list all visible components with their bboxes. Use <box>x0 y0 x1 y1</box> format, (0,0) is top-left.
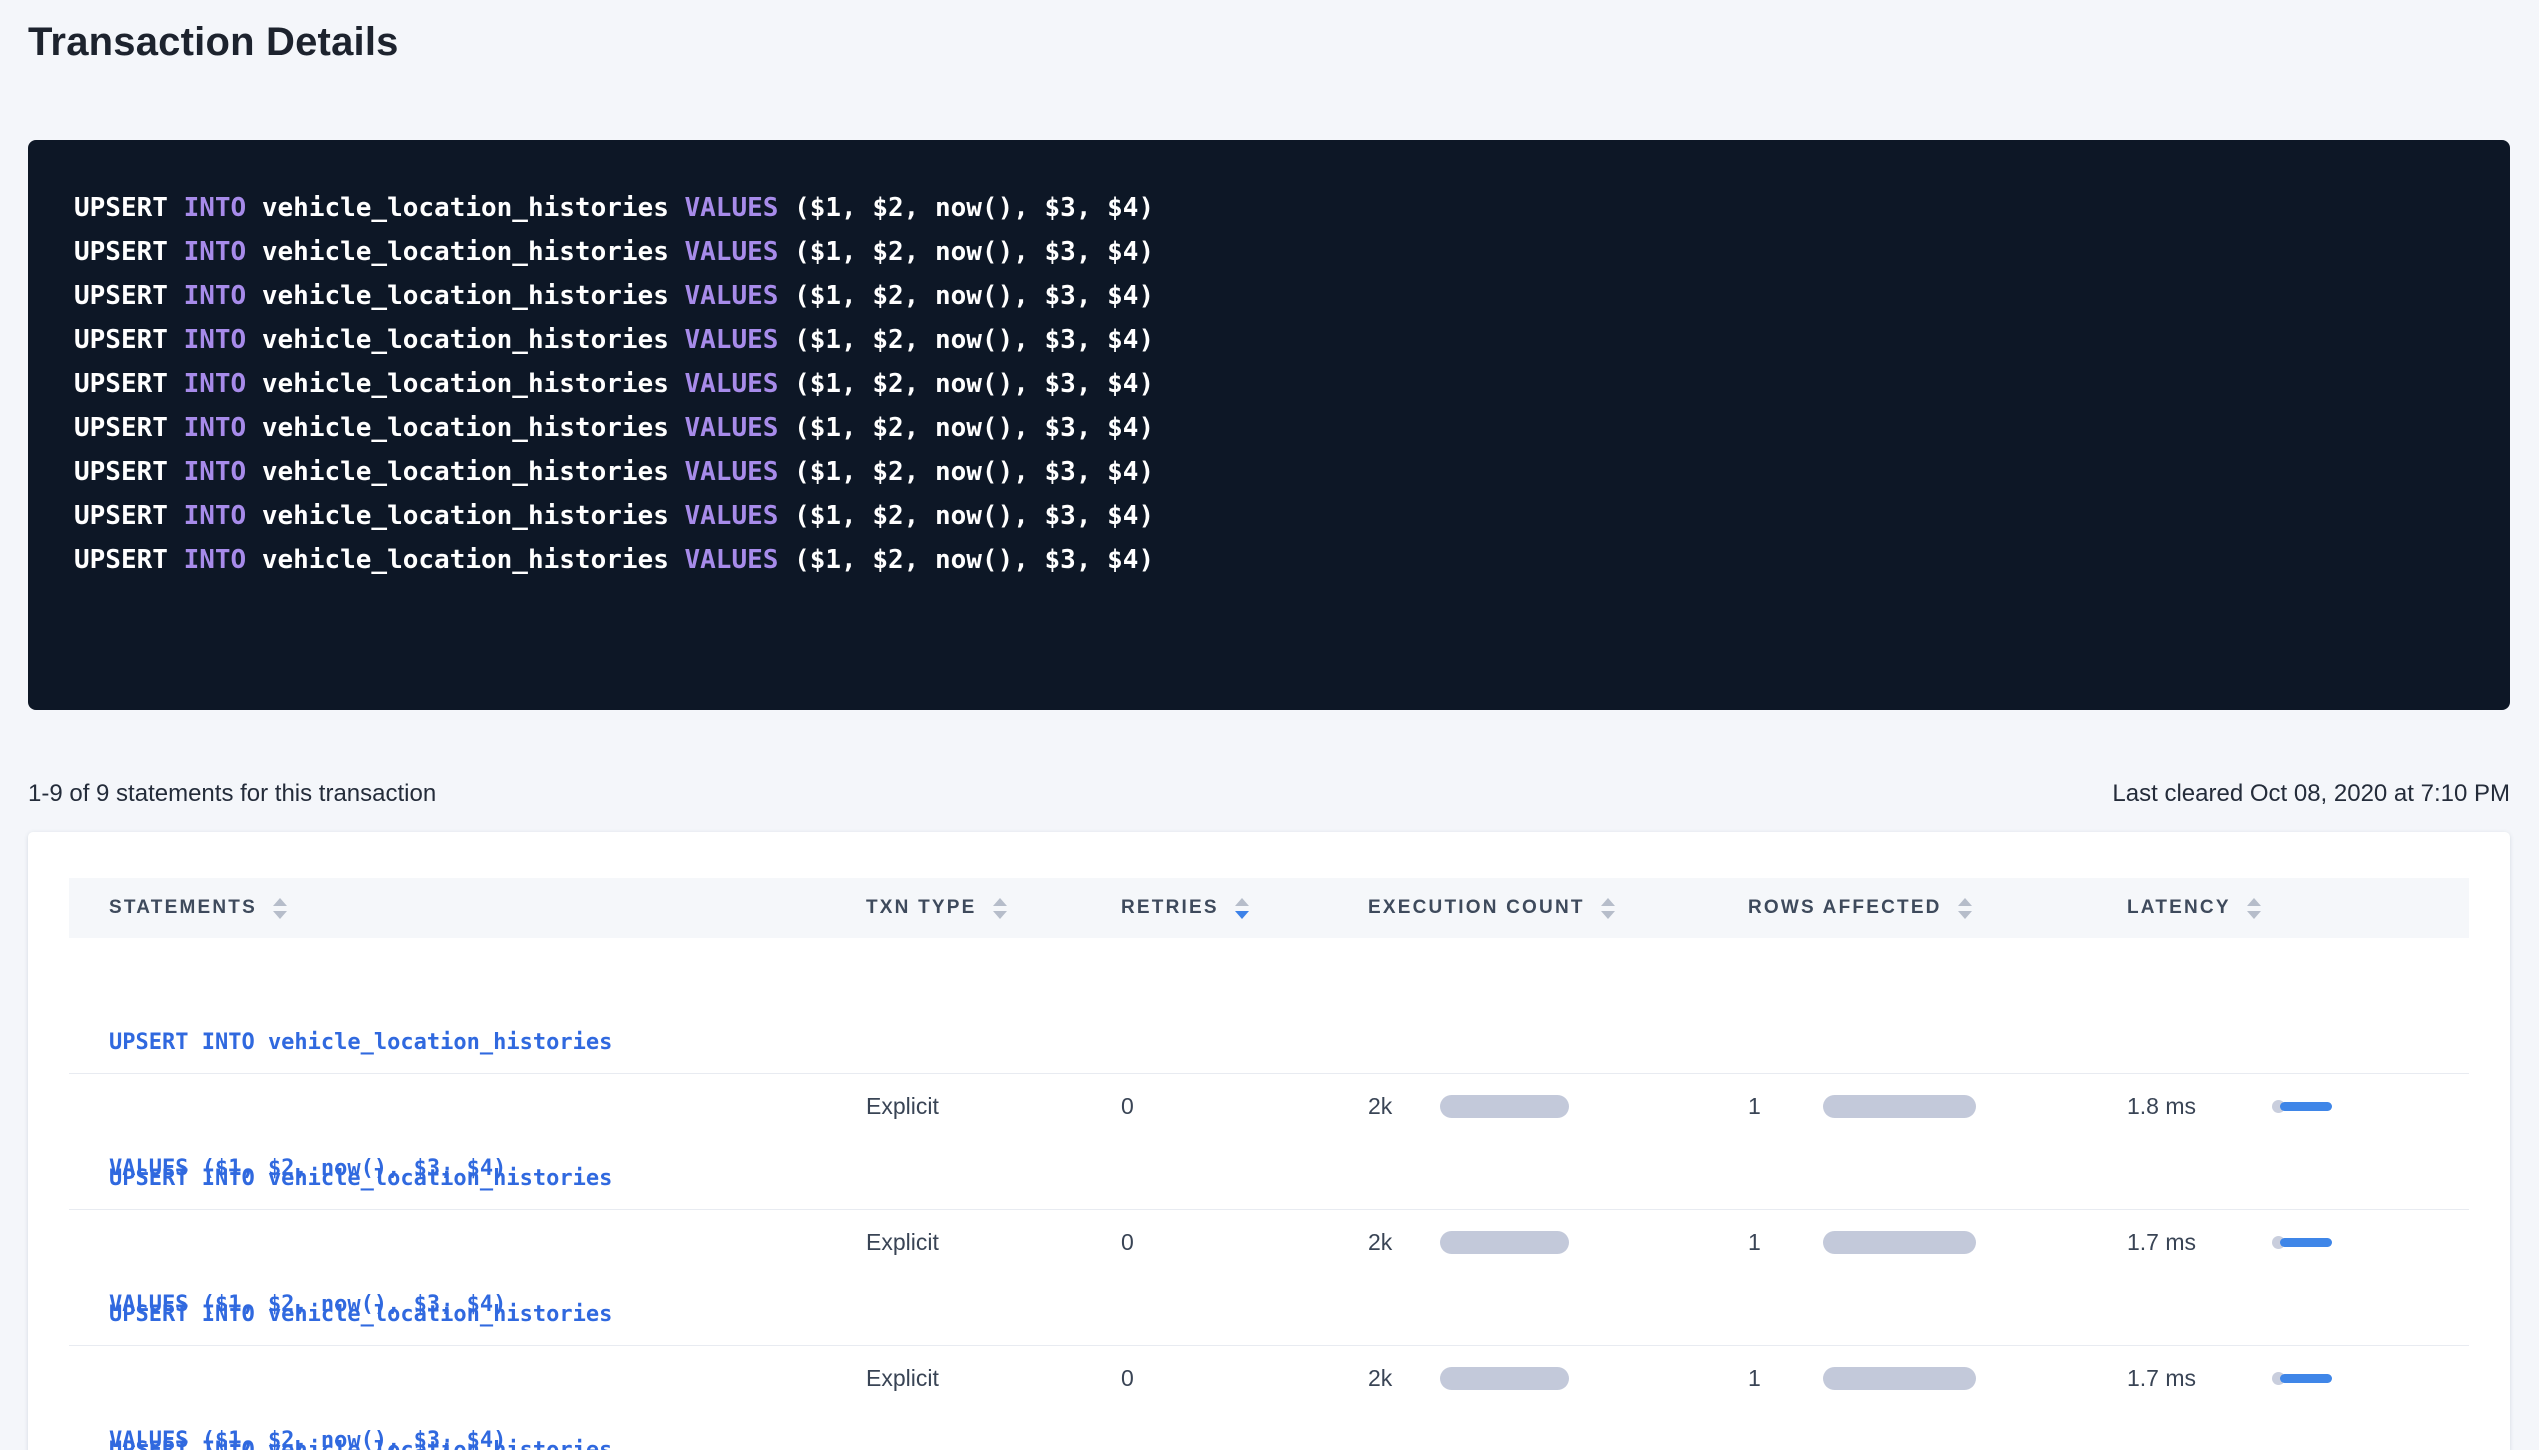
latency-bar-chart <box>2272 1372 2332 1385</box>
rows-affected-value: 1 <box>1748 1229 1823 1256</box>
statements-count-text: 1-9 of 9 statements for this transaction <box>28 780 436 808</box>
rows-affected-value: 1 <box>1748 1093 1823 1120</box>
latency-bar <box>2280 1102 2332 1111</box>
latency-bar <box>2280 1238 2332 1247</box>
execution-count-bar <box>1440 1367 1569 1390</box>
latency-value: 1.7 ms <box>2127 1229 2272 1256</box>
statement-line-1: UPSERT INTO vehicle_location_histories <box>109 1022 866 1064</box>
last-cleared-text: Last cleared Oct 08, 2020 at 7:10 PM <box>2112 780 2510 808</box>
sql-statement-line: UPSERT INTO vehicle_location_histories V… <box>74 450 2464 494</box>
rows-affected-cell: 1 <box>1748 1229 2127 1256</box>
statements-table-header: STATEMENTS TXN TYPE RETRIES EXECUTION CO… <box>69 878 2469 938</box>
latency-value: 1.8 ms <box>2127 1093 2272 1120</box>
sql-statement-line: UPSERT INTO vehicle_location_histories V… <box>74 230 2464 274</box>
column-label: EXECUTION COUNT <box>1368 897 1585 919</box>
table-row: UPSERT INTO vehicle_location_histories V… <box>69 1346 2469 1450</box>
retries-value: 0 <box>1121 1093 1134 1119</box>
rows-affected-cell: 1 <box>1748 1093 2127 1120</box>
latency-value: 1.7 ms <box>2127 1365 2272 1392</box>
sql-statement-line: UPSERT INTO vehicle_location_histories V… <box>74 406 2464 450</box>
retries-cell: 0 <box>1121 1093 1368 1120</box>
sql-statement-line: UPSERT INTO vehicle_location_histories V… <box>74 318 2464 362</box>
sql-statement-line: UPSERT INTO vehicle_location_histories V… <box>74 186 2464 230</box>
execution-count-value: 2k <box>1368 1093 1440 1120</box>
execution-count-value: 2k <box>1368 1229 1440 1256</box>
statement-line-1: UPSERT INTO vehicle_location_histories <box>109 1158 866 1200</box>
rows-affected-bar <box>1823 1231 1976 1254</box>
execution-count-bar <box>1440 1095 1569 1118</box>
sort-icon <box>273 898 287 919</box>
column-label: STATEMENTS <box>109 897 257 919</box>
txn-type-cell: Explicit <box>866 1093 1121 1120</box>
statements-table-card: STATEMENTS TXN TYPE RETRIES EXECUTION CO… <box>28 832 2510 1450</box>
execution-count-cell: 2k <box>1368 1229 1748 1256</box>
execution-count-cell: 2k <box>1368 1365 1748 1392</box>
column-header-rows-affected[interactable]: ROWS AFFECTED <box>1748 897 2127 919</box>
retries-cell: 0 <box>1121 1365 1368 1392</box>
txn-type-cell: Explicit <box>866 1229 1121 1256</box>
page-title: Transaction Details <box>28 16 2510 68</box>
sql-statement-line: UPSERT INTO vehicle_location_histories V… <box>74 494 2464 538</box>
column-label: RETRIES <box>1121 897 1219 919</box>
column-header-retries[interactable]: RETRIES <box>1121 897 1368 919</box>
latency-bar-chart <box>2272 1100 2332 1113</box>
sql-statement-line: UPSERT INTO vehicle_location_histories V… <box>74 362 2464 406</box>
latency-cell: 1.8 ms <box>2127 1093 2469 1120</box>
sql-statement-line: UPSERT INTO vehicle_location_histories V… <box>74 538 2464 582</box>
txn-type-cell: Explicit <box>866 1365 1121 1392</box>
statement-line-1: UPSERT INTO vehicle_location_histories <box>109 1294 866 1336</box>
rows-affected-cell: 1 <box>1748 1365 2127 1392</box>
statement-link[interactable]: UPSERT INTO vehicle_location_histories V… <box>109 1346 866 1450</box>
statements-table-body: UPSERT INTO vehicle_location_histories V… <box>69 938 2469 1450</box>
latency-bar <box>2280 1374 2332 1383</box>
rows-affected-bar <box>1823 1367 1976 1390</box>
latency-bar-chart <box>2272 1236 2332 1249</box>
column-label: ROWS AFFECTED <box>1748 897 1942 919</box>
execution-count-cell: 2k <box>1368 1093 1748 1120</box>
txn-type-value: Explicit <box>866 1365 939 1391</box>
latency-cell: 1.7 ms <box>2127 1365 2469 1392</box>
txn-type-value: Explicit <box>866 1229 939 1255</box>
sql-statements-box: UPSERT INTO vehicle_location_histories V… <box>28 140 2510 710</box>
table-row: UPSERT INTO vehicle_location_histories V… <box>69 938 2469 1074</box>
sort-icon <box>2247 898 2261 919</box>
sql-statement-line: UPSERT INTO vehicle_location_histories V… <box>74 274 2464 318</box>
rows-affected-bar <box>1823 1095 1976 1118</box>
transaction-details-page: Transaction Details UPSERT INTO vehicle_… <box>0 16 2539 1450</box>
statement-line-1: UPSERT INTO vehicle_location_histories <box>109 1430 866 1450</box>
statement-cell: UPSERT INTO vehicle_location_histories V… <box>69 1346 866 1450</box>
txn-type-value: Explicit <box>866 1093 939 1119</box>
column-label: LATENCY <box>2127 897 2231 919</box>
execution-count-bar <box>1440 1231 1569 1254</box>
table-meta-row: 1-9 of 9 statements for this transaction… <box>28 780 2510 808</box>
column-label: TXN TYPE <box>866 897 977 919</box>
retries-cell: 0 <box>1121 1229 1368 1256</box>
column-header-statements[interactable]: STATEMENTS <box>69 897 866 919</box>
execution-count-value: 2k <box>1368 1365 1440 1392</box>
column-header-txn-type[interactable]: TXN TYPE <box>866 897 1121 919</box>
column-header-execution-count[interactable]: EXECUTION COUNT <box>1368 897 1748 919</box>
latency-cell: 1.7 ms <box>2127 1229 2469 1256</box>
sort-icon <box>1235 898 1249 919</box>
sort-icon <box>1601 898 1615 919</box>
retries-value: 0 <box>1121 1365 1134 1391</box>
column-header-latency[interactable]: LATENCY <box>2127 897 2469 919</box>
sort-icon <box>1958 898 1972 919</box>
rows-affected-value: 1 <box>1748 1365 1823 1392</box>
sort-icon <box>993 898 1007 919</box>
retries-value: 0 <box>1121 1229 1134 1255</box>
